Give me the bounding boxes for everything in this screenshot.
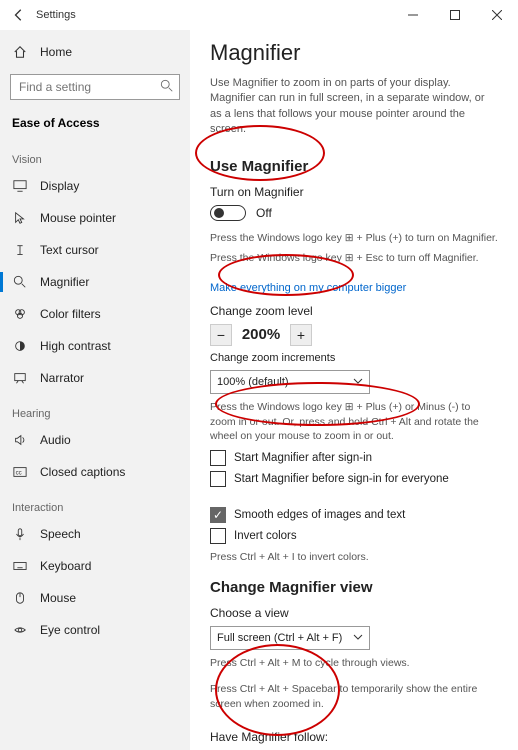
nav-item-keyboard[interactable]: Keyboard — [0, 550, 190, 582]
nav-item-label: Speech — [40, 527, 178, 541]
nav-item-mouse[interactable]: Mouse — [0, 582, 190, 614]
cycle-hint: Press Ctrl + Alt + M to cycle through vi… — [210, 656, 498, 671]
hint-turn-on: Press the Windows logo key ⊞ + Plus (+) … — [210, 231, 498, 246]
closed-captions-icon: cc — [12, 464, 28, 480]
chk-start-after-signin[interactable] — [210, 450, 226, 466]
follow-label: Have Magnifier follow: — [210, 730, 498, 744]
chevron-down-icon — [353, 632, 363, 644]
zoom-decrease-button[interactable]: − — [210, 324, 232, 346]
close-button[interactable] — [476, 0, 518, 30]
chk-invert-colors-label: Invert colors — [234, 530, 297, 542]
nav-item-speech[interactable]: Speech — [0, 518, 190, 550]
keyboard-icon — [12, 558, 28, 574]
nav-item-label: Mouse pointer — [40, 211, 178, 225]
increments-select[interactable]: 100% (default) — [210, 370, 370, 394]
nav-item-color-filters[interactable]: Color filters — [0, 298, 190, 330]
nav-item-high-contrast[interactable]: High contrast — [0, 330, 190, 362]
nav-item-mouse-pointer[interactable]: Mouse pointer — [0, 202, 190, 234]
speech-icon — [12, 526, 28, 542]
choose-view-label: Choose a view — [210, 606, 498, 620]
mouse-icon — [12, 590, 28, 606]
increments-value: 100% (default) — [217, 376, 289, 388]
nav-item-magnifier[interactable]: Magnifier — [0, 266, 190, 298]
group-header: Hearing — [0, 394, 190, 424]
toggle-state: Off — [256, 206, 272, 220]
chevron-down-icon — [353, 376, 363, 388]
nav-item-label: Audio — [40, 433, 178, 447]
turn-on-label: Turn on Magnifier — [210, 185, 498, 199]
color-filters-icon — [12, 306, 28, 322]
group-header: Interaction — [0, 488, 190, 518]
chk-start-before-signin[interactable] — [210, 471, 226, 487]
nav-home-label: Home — [40, 45, 178, 59]
nav-home[interactable]: Home — [0, 36, 190, 68]
nav-item-closed-captions[interactable]: cc Closed captions — [0, 456, 190, 488]
nav-item-label: Color filters — [40, 307, 178, 321]
magnifier-icon — [12, 274, 28, 290]
nav-item-label: Eye control — [40, 623, 178, 637]
intro-text: Use Magnifier to zoom in on parts of you… — [210, 76, 498, 138]
view-select[interactable]: Full screen (Ctrl + Alt + F) — [210, 626, 370, 650]
chk-invert-colors[interactable] — [210, 528, 226, 544]
sidebar: Home Ease of Access Vision Display Mouse p… — [0, 30, 190, 750]
nav-item-display[interactable]: Display — [0, 170, 190, 202]
nav-item-narrator[interactable]: Narrator — [0, 362, 190, 394]
svg-text:cc: cc — [16, 470, 22, 477]
mouse-pointer-icon — [12, 210, 28, 226]
nav-item-label: Display — [40, 179, 178, 193]
back-button[interactable] — [12, 8, 26, 22]
nav-item-label: Mouse — [40, 591, 178, 605]
view-select-value: Full screen (Ctrl + Alt + F) — [217, 632, 342, 644]
zoom-hint: Press the Windows logo key ⊞ + Plus (+) … — [210, 400, 498, 444]
make-bigger-link[interactable]: Make everything on my computer bigger — [210, 282, 406, 294]
nav-item-eye-control[interactable]: Eye control — [0, 614, 190, 646]
display-icon — [12, 178, 28, 194]
minimize-button[interactable] — [392, 0, 434, 30]
group-header: Vision — [0, 140, 190, 170]
invert-hint: Press Ctrl + Alt + I to invert colors. — [210, 550, 498, 565]
eye-control-icon — [12, 622, 28, 638]
app-title: Settings — [36, 9, 76, 21]
page-title: Magnifier — [210, 40, 498, 66]
chk-smooth-edges-label: Smooth edges of images and text — [234, 509, 405, 521]
nav-item-label: Text cursor — [40, 243, 178, 257]
hint-turn-off: Press the Windows logo key ⊞ + Esc to tu… — [210, 251, 498, 266]
high-contrast-icon — [12, 338, 28, 354]
nav-item-label: Magnifier — [40, 275, 178, 289]
chk-start-before-signin-label: Start Magnifier before sign-in for every… — [234, 473, 449, 485]
maximize-button[interactable] — [434, 0, 476, 30]
change-view-heading: Change Magnifier view — [210, 579, 498, 596]
nav-item-label: High contrast — [40, 339, 178, 353]
temp-hint: Press Ctrl + Alt + Spacebar to temporari… — [210, 682, 498, 711]
zoom-value: 200% — [234, 326, 288, 343]
content: Magnifier Use Magnifier to zoom in on pa… — [190, 30, 518, 750]
nav-item-label: Closed captions — [40, 465, 178, 479]
increments-label: Change zoom increments — [210, 352, 498, 364]
nav-item-audio[interactable]: Audio — [0, 424, 190, 456]
nav-item-label: Narrator — [40, 371, 178, 385]
chk-smooth-edges[interactable]: ✓ — [210, 507, 226, 523]
titlebar: Settings — [0, 0, 518, 30]
nav-item-label: Keyboard — [40, 559, 178, 573]
chk-start-after-signin-label: Start Magnifier after sign-in — [234, 452, 372, 464]
nav-item-text-cursor[interactable]: Text cursor — [0, 234, 190, 266]
zoom-increase-button[interactable]: + — [290, 324, 312, 346]
magnifier-toggle[interactable] — [210, 205, 246, 221]
category-header[interactable]: Ease of Access — [0, 110, 190, 140]
search-input[interactable] — [10, 74, 180, 100]
search-icon — [160, 79, 174, 98]
home-icon — [12, 44, 28, 60]
audio-icon — [12, 432, 28, 448]
text-cursor-icon — [12, 242, 28, 258]
narrator-icon — [12, 370, 28, 386]
use-magnifier-heading: Use Magnifier — [210, 158, 498, 175]
zoom-label: Change zoom level — [210, 304, 498, 318]
